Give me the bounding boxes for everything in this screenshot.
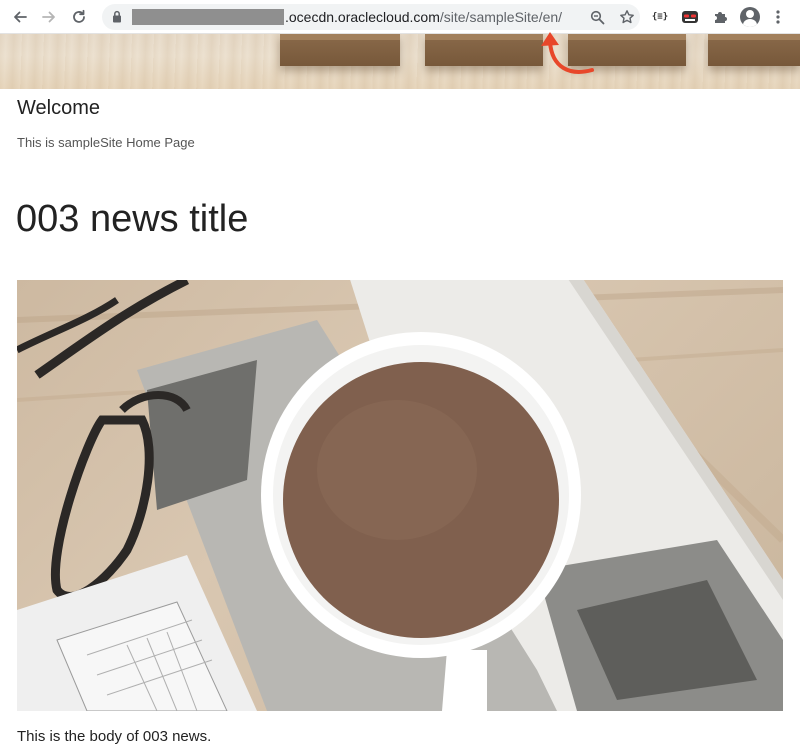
- reload-icon[interactable]: [67, 5, 91, 29]
- incognito-extension-icon[interactable]: [678, 5, 702, 29]
- json-extension-icon[interactable]: {≡}: [648, 5, 672, 29]
- browser-toolbar: .ocecdn.oraclecloud.com/site/sampleSite/…: [0, 0, 800, 34]
- news-title: 003 news title: [16, 198, 249, 240]
- more-vert-icon[interactable]: [766, 5, 790, 29]
- json-extension-label: {≡}: [651, 12, 669, 22]
- puzzle-icon[interactable]: [708, 5, 732, 29]
- avatar: [740, 7, 760, 27]
- annotation-arrow-icon: [541, 32, 594, 74]
- wooden-block: [280, 34, 400, 66]
- news-image: [17, 280, 783, 711]
- zoom-icon[interactable]: [585, 5, 609, 29]
- star-icon[interactable]: [615, 5, 639, 29]
- page-subtitle: This is sampleSite Home Page: [17, 135, 195, 150]
- address-bar[interactable]: .ocecdn.oraclecloud.com/site/sampleSite/…: [102, 4, 640, 30]
- url-redacted-segment: [132, 9, 284, 25]
- header-banner-image: [0, 34, 800, 89]
- url-text[interactable]: .ocecdn.oraclecloud.com/site/sampleSite/…: [285, 9, 562, 25]
- profile-icon[interactable]: [738, 5, 762, 29]
- forward-arrow-icon[interactable]: [37, 5, 61, 29]
- wooden-block: [708, 34, 800, 66]
- lock-icon[interactable]: [112, 10, 122, 28]
- wooden-block: [425, 34, 543, 66]
- back-arrow-icon[interactable]: [8, 5, 32, 29]
- url-path: /site/sampleSite/en/: [439, 9, 563, 25]
- news-body: This is the body of 003 news.: [17, 728, 212, 745]
- url-host: .ocecdn.oraclecloud.com: [285, 9, 440, 25]
- welcome-heading: Welcome: [17, 97, 100, 119]
